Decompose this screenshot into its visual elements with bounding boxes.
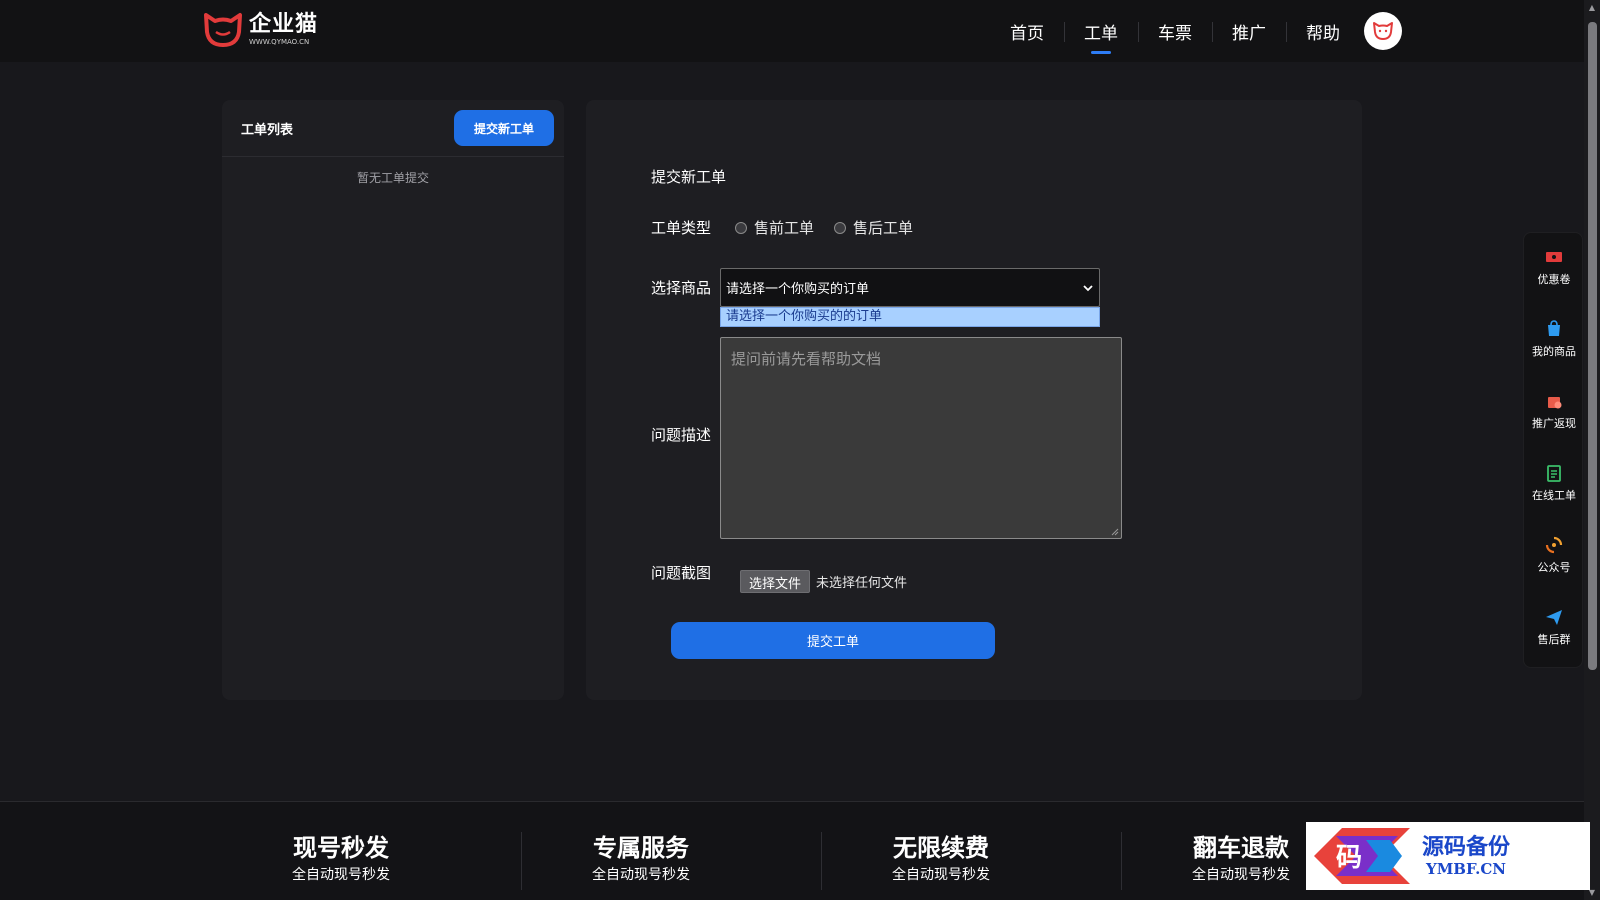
clipboard-icon xyxy=(1547,465,1561,482)
watermark-logo-icon: 码 xyxy=(1314,828,1410,884)
radio-circle[interactable] xyxy=(834,221,847,234)
user-avatar[interactable] xyxy=(1364,12,1402,50)
sidebar-label: 推广返现 xyxy=(1532,417,1576,430)
form-title: 提交新工单 xyxy=(651,168,727,186)
new-ticket-form: 提交新工单 工单类型 售前工单 售后工单 选择商品 请选择一个你购买的订单 请选… xyxy=(586,100,1362,700)
ticket-type-label: 工单类型 xyxy=(651,219,712,237)
sidebar-label: 优惠卷 xyxy=(1537,273,1571,286)
ticket-list-title: 工单列表 xyxy=(241,122,294,138)
screenshot-label: 问题截图 xyxy=(651,564,712,582)
ticket-list-panel: 工单列表 提交新工单 暂无工单提交 xyxy=(222,100,564,700)
nav-help[interactable]: 帮助 xyxy=(1286,0,1360,62)
description-label: 问题描述 xyxy=(651,426,712,444)
sidebar-label: 售后群 xyxy=(1537,633,1571,646)
cat-logo-icon xyxy=(204,13,242,47)
watermark-cn-text: 源码备份 xyxy=(1422,834,1511,860)
cat-avatar-icon xyxy=(1373,22,1393,40)
sidebar-item-referral-cashback[interactable]: 推广返现 xyxy=(1524,381,1584,441)
gift-icon xyxy=(1548,397,1562,409)
page-scrollbar-thumb[interactable] xyxy=(1588,22,1597,670)
send-icon xyxy=(1546,610,1562,625)
feature-title: 专属服务 xyxy=(593,834,689,862)
feature-unlimited-renewal: 无限续费 全自动现号秒发 xyxy=(791,834,1091,884)
empty-state-text: 暂无工单提交 xyxy=(356,171,429,185)
logo-url: WWW.QYMAO.CN xyxy=(249,38,310,46)
site-logo[interactable]: 企业猫 WWW.QYMAO.CN xyxy=(203,12,318,48)
watermark-glyph: 码 xyxy=(1336,843,1362,873)
sidebar-item-my-products[interactable]: 我的商品 xyxy=(1524,309,1584,369)
feature-subtitle: 全自动现号秒发 xyxy=(292,867,390,883)
submit-ticket-button[interactable]: 提交工单 xyxy=(671,622,995,659)
scroll-up-icon[interactable]: ▲ xyxy=(1587,3,1597,12)
choose-file-button[interactable]: 选择文件 xyxy=(740,570,811,593)
file-status-text: 未选择任何文件 xyxy=(816,576,908,591)
sidebar-item-online-tickets[interactable]: 在线工单 xyxy=(1524,453,1584,513)
feature-title: 现号秒发 xyxy=(293,834,389,862)
ticket-icon xyxy=(1546,252,1562,262)
sidebar-label: 公众号 xyxy=(1537,561,1571,574)
radio-aftersales-label: 售后工单 xyxy=(853,219,914,237)
ticket-list-header: 工单列表 提交新工单 xyxy=(222,100,564,157)
feature-subtitle: 全自动现号秒发 xyxy=(892,867,990,883)
watermark-en-text: YMBF.CN xyxy=(1426,860,1507,878)
top-header: 企业猫 WWW.QYMAO.CN 首页 工单 车票 推广 帮助 xyxy=(0,0,1584,62)
radio-presales[interactable]: 售前工单 xyxy=(735,217,814,238)
chevron-down-icon xyxy=(1083,284,1093,291)
feature-exclusive-service: 专属服务 全自动现号秒发 xyxy=(491,834,791,884)
ticket-type-radio-group: 售前工单 售后工单 xyxy=(735,217,933,238)
feature-instant-delivery: 现号秒发 全自动现号秒发 xyxy=(191,834,491,884)
sidebar-label: 我的商品 xyxy=(1532,345,1576,358)
new-ticket-button[interactable]: 提交新工单 xyxy=(454,110,554,146)
product-select-option[interactable]: 请选择一个你购买的的订单 xyxy=(720,307,1100,327)
sidebar-item-aftersales-group[interactable]: 售后群 xyxy=(1524,597,1584,657)
floating-sidebar: 优惠卷 我的商品 推广返现 在线工单 公众号 售后群 xyxy=(1523,232,1583,668)
logo-title: 企业猫 xyxy=(249,12,319,37)
nav-home[interactable]: 首页 xyxy=(990,0,1064,62)
product-select-value: 请选择一个你购买的订单 xyxy=(726,282,870,297)
description-textarea[interactable]: 提问前请先看帮助文档 xyxy=(720,337,1122,539)
nav-tickets-train[interactable]: 车票 xyxy=(1138,0,1212,62)
product-label: 选择商品 xyxy=(651,279,712,297)
main-nav: 首页 工单 车票 推广 帮助 xyxy=(990,0,1360,62)
file-upload: 选择文件 未选择任何文件 xyxy=(740,570,907,593)
radio-circle[interactable] xyxy=(735,221,747,234)
nav-tickets[interactable]: 工单 xyxy=(1064,0,1138,62)
nav-promotion[interactable]: 推广 xyxy=(1212,0,1286,62)
sidebar-item-coupons[interactable]: 优惠卷 xyxy=(1524,237,1584,297)
product-select[interactable]: 请选择一个你购买的订单 xyxy=(720,268,1100,307)
swirl-icon xyxy=(1545,536,1563,554)
bag-icon xyxy=(1548,320,1560,336)
feature-title: 无限续费 xyxy=(893,834,989,862)
sidebar-item-official-account[interactable]: 公众号 xyxy=(1524,525,1584,585)
watermark-badge: 码 源码备份 YMBF.CN xyxy=(1306,822,1590,890)
feature-subtitle: 全自动现号秒发 xyxy=(592,867,690,883)
radio-presales-label: 售前工单 xyxy=(754,219,815,237)
sidebar-label: 在线工单 xyxy=(1532,489,1576,502)
radio-aftersales[interactable]: 售后工单 xyxy=(834,217,913,238)
description-placeholder: 提问前请先看帮助文档 xyxy=(731,350,882,368)
resize-handle-icon[interactable] xyxy=(1111,528,1119,536)
